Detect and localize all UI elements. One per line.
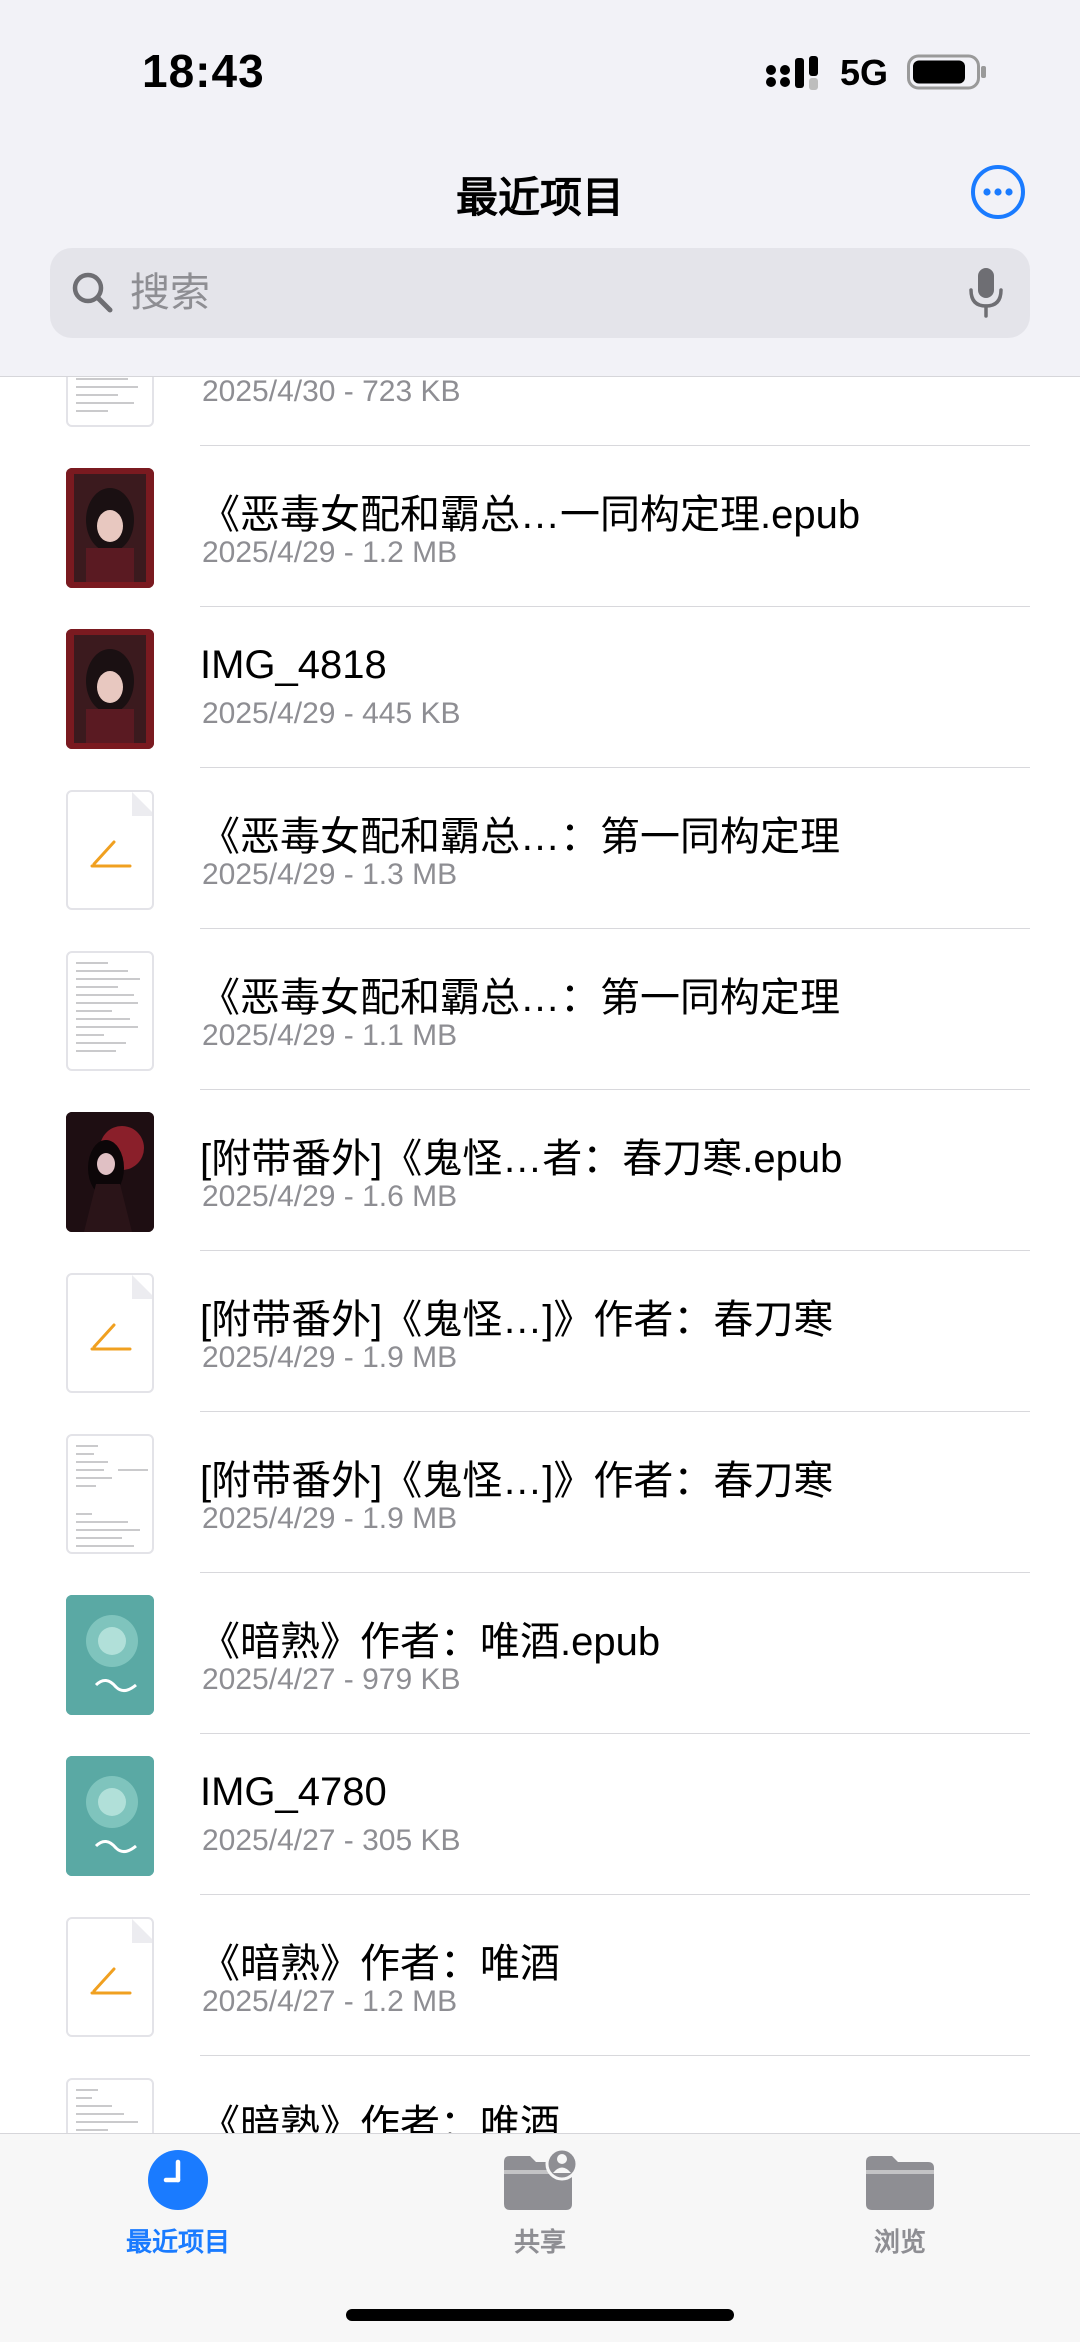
home-indicator[interactable] [346,2309,734,2321]
battery-icon [907,54,986,90]
cellular-signal-icon [766,56,818,90]
file-row[interactable]: IMG_4780 2025/4/27 - 305 KB [0,1734,1080,1895]
pages-document-thumbnail [66,790,154,910]
file-name: 《恶毒女配和霸总…：第一同构定理 [200,976,840,1020]
tab-browse[interactable]: 浏览 [800,2148,1000,2268]
search-bar[interactable] [50,248,1030,338]
file-name: 《暗熟》作者：唯酒.epub [200,1620,661,1664]
search-input[interactable] [130,248,930,338]
file-date-size: 2025/4/27 - 305 KB [202,1824,461,1857]
header: 最近项目 [0,140,1080,377]
tab-bar: 最近项目 共享 浏览 [0,2133,1080,2342]
file-row[interactable]: IMG_4818 2025/4/29 - 445 KB [0,607,1080,768]
search-icon [72,272,113,313]
tab-label: 最近项目 [125,2227,230,2257]
tab-recents[interactable]: 最近项目 [78,2148,278,2268]
file-date-size: 2025/4/29 - 1.2 MB [202,536,458,569]
text-document-thumbnail [66,1434,154,1554]
image-thumbnail [66,629,154,749]
tab-label: 浏览 [873,2227,926,2257]
folder-icon [866,2156,934,2210]
file-row[interactable]: 《暗熟》作者：唯酒.epub 2025/4/27 - 979 KB [0,1573,1080,1734]
more-options-button[interactable] [970,164,1026,220]
file-name: IMG_4818 [200,643,387,687]
shared-folder-icon [504,2148,579,2210]
file-date-size: 2025/4/29 - 445 KB [202,697,461,730]
text-document-thumbnail [66,951,154,1071]
file-row[interactable]: 《恶毒女配和霸总…一同构定理.epub 2025/4/29 - 1.2 MB [0,446,1080,607]
microphone-icon[interactable] [966,266,1006,320]
file-name: 《暗熟》作者：唯酒 [200,2103,560,2133]
file-name: 《暗熟》作者：唯酒 [200,1942,560,1986]
book-cover-thumbnail [66,1595,154,1715]
file-name: [附带番外]《鬼怪…]》作者：春刀寒 [200,1459,834,1503]
network-type: 5G [840,52,889,93]
tab-label: 共享 [513,2227,566,2257]
status-bar: 18:43 5G [0,0,1080,140]
file-row[interactable]: 《恶毒女配和霸总…：第一同构定理 2025/4/29 - 1.1 MB [0,929,1080,1090]
book-cover-thumbnail [66,468,154,588]
file-row[interactable]: 《暗熟》作者：唯酒 2025/4/27 - 1.2 MB [0,1895,1080,2056]
file-row[interactable]: [附带番外]《鬼怪…者：春刀寒.epub 2025/4/29 - 1.6 MB [0,1090,1080,1251]
file-date-size: 2025/4/29 - 1.3 MB [202,858,458,891]
file-row[interactable]: [附带番外]《鬼怪…]》作者：春刀寒 2025/4/29 - 1.9 MB [0,1412,1080,1573]
file-name: [附带番外]《鬼怪…者：春刀寒.epub [200,1137,843,1181]
book-cover-thumbnail [66,1112,154,1232]
file-name: IMG_4780 [200,1770,387,1814]
file-name: 《恶毒女配和霸总…一同构定理.epub [200,493,861,537]
text-document-thumbnail [66,2078,154,2133]
text-document-thumbnail [66,377,154,427]
clock-icon [148,2150,208,2210]
file-row[interactable]: 2025/4/30 - 723 KB [0,377,1080,446]
file-date-size: 2025/4/29 - 1.1 MB [202,1019,458,1052]
file-row[interactable]: 《恶毒女配和霸总…：第一同构定理 2025/4/29 - 1.3 MB [0,768,1080,929]
file-date-size: 2025/4/27 - 979 KB [202,1663,461,1696]
file-date-size: 2025/4/29 - 1.9 MB [202,1341,458,1374]
file-date-size: 2025/4/29 - 1.9 MB [202,1502,458,1535]
pages-document-thumbnail [66,1273,154,1393]
file-name: 《恶毒女配和霸总…：第一同构定理 [200,815,840,859]
tab-shared[interactable]: 共享 [440,2148,640,2268]
image-thumbnail [66,1756,154,1876]
file-date-size: 2025/4/27 - 1.2 MB [202,1985,458,2018]
pages-document-thumbnail [66,1917,154,2037]
status-time: 18:43 [142,45,265,97]
file-list: 2025/4/30 - 723 KB 《恶毒女配和霸总…一同构定理.epub 2… [0,377,1080,2133]
page-title: 最近项目 [455,174,624,221]
file-date-size: 2025/4/30 - 723 KB [202,377,461,408]
file-name: [附带番外]《鬼怪…]》作者：春刀寒 [200,1298,834,1342]
file-row[interactable]: 《暗熟》作者：唯酒 [0,2056,1080,2133]
file-date-size: 2025/4/29 - 1.6 MB [202,1180,458,1213]
file-row[interactable]: [附带番外]《鬼怪…]》作者：春刀寒 2025/4/29 - 1.9 MB [0,1251,1080,1412]
